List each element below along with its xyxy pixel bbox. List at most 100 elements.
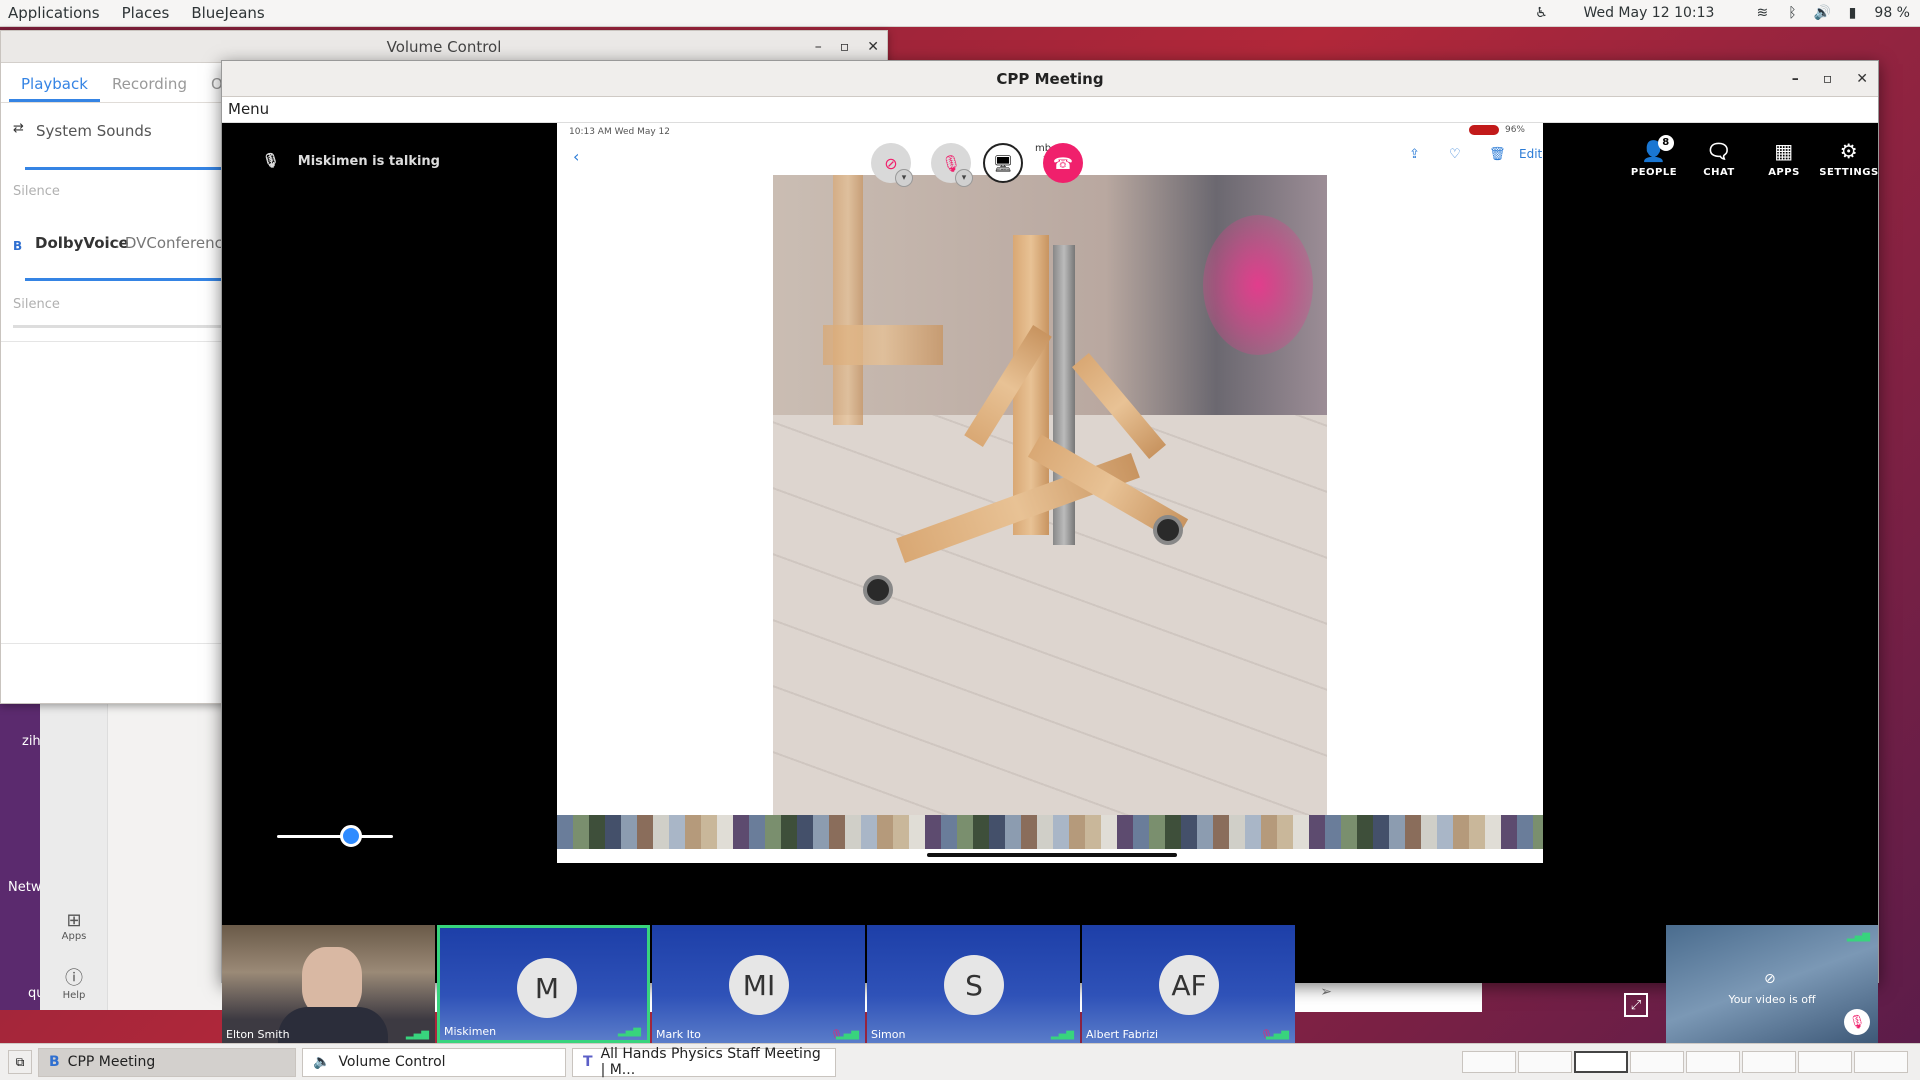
filmstrip-thumbnail[interactable] xyxy=(1293,815,1309,849)
close-icon[interactable]: ✕ xyxy=(1856,71,1868,87)
filmstrip-thumbnail[interactable] xyxy=(1485,815,1501,849)
heart-icon[interactable]: ♡ xyxy=(1449,147,1461,162)
clock[interactable]: Wed May 12 10:13 xyxy=(1583,5,1714,21)
filmstrip-thumbnail[interactable] xyxy=(1373,815,1389,849)
filmstrip-thumbnail[interactable] xyxy=(781,815,797,849)
volume-icon[interactable]: 🔊 xyxy=(1814,5,1831,21)
filmstrip-thumbnail[interactable] xyxy=(797,815,813,849)
filmstrip-thumbnail[interactable] xyxy=(1405,815,1421,849)
participant-tile-mark-ito[interactable]: MI Mark Ito 🎙 ▂▄▆ xyxy=(652,925,865,1043)
filmstrip-thumbnail[interactable] xyxy=(1229,815,1245,849)
ipad-edit[interactable]: Edit xyxy=(1519,147,1542,161)
filmstrip-thumbnail[interactable] xyxy=(669,815,685,849)
mic-muted-icon[interactable]: 🎙 xyxy=(1844,1009,1870,1035)
filmstrip-thumbnail[interactable] xyxy=(1453,815,1469,849)
photo-filmstrip[interactable] xyxy=(557,815,1543,849)
filmstrip-thumbnail[interactable] xyxy=(941,815,957,849)
filmstrip-thumbnail[interactable] xyxy=(653,815,669,849)
chat-item-1[interactable]: zih xyxy=(22,734,41,749)
settings-button[interactable]: ⚙ SETTINGS xyxy=(1819,139,1879,178)
filmstrip-thumbnail[interactable] xyxy=(893,815,909,849)
screen-share-button[interactable]: 🖥 xyxy=(983,143,1023,183)
bluejeans-menu[interactable]: BlueJeans xyxy=(183,4,278,22)
rail-apps[interactable]: ⊞ Apps xyxy=(40,910,108,942)
filmstrip-thumbnail[interactable] xyxy=(765,815,781,849)
tab-playback[interactable]: Playback xyxy=(9,63,100,102)
dolbyvoice-slider[interactable] xyxy=(25,278,223,281)
workspace-4[interactable] xyxy=(1630,1051,1684,1073)
volume-control-titlebar[interactable]: Volume Control – ▫ ✕ xyxy=(1,31,887,63)
menu-button[interactable]: Menu xyxy=(228,100,269,118)
filmstrip-thumbnail[interactable] xyxy=(1469,815,1485,849)
filmstrip-thumbnail[interactable] xyxy=(909,815,925,849)
filmstrip-thumbnail[interactable] xyxy=(1037,815,1053,849)
hang-up-button[interactable]: ☎ xyxy=(1043,143,1083,183)
maximize-icon[interactable]: ▫ xyxy=(1823,71,1833,87)
filmstrip-thumbnail[interactable] xyxy=(733,815,749,849)
filmstrip-thumbnail[interactable] xyxy=(813,815,829,849)
filmstrip-thumbnail[interactable] xyxy=(749,815,765,849)
filmstrip-thumbnail[interactable] xyxy=(1437,815,1453,849)
filmstrip-thumbnail[interactable] xyxy=(989,815,1005,849)
maximize-icon[interactable]: ▫ xyxy=(840,39,850,55)
filmstrip-thumbnail[interactable] xyxy=(829,815,845,849)
workspace-7[interactable] xyxy=(1798,1051,1852,1073)
back-chevron-icon[interactable]: ‹ xyxy=(573,147,579,166)
participant-tile-elton-smith[interactable]: Elton Smith ▂▄▆ xyxy=(222,925,435,1043)
filmstrip-thumbnail[interactable] xyxy=(1389,815,1405,849)
share-icon[interactable]: ⇪ xyxy=(1409,147,1420,162)
task-volume-control[interactable]: 🔈 Volume Control xyxy=(302,1047,566,1077)
volume-slider-track[interactable] xyxy=(277,835,393,838)
volume-slider-knob[interactable] xyxy=(340,825,362,847)
people-button[interactable]: 👤 8 PEOPLE xyxy=(1624,135,1684,178)
workspace-2[interactable] xyxy=(1518,1051,1572,1073)
filmstrip-thumbnail[interactable] xyxy=(701,815,717,849)
self-view[interactable]: ▂▄▆ ⊘ Your video is off 🎙 xyxy=(1666,925,1878,1043)
filmstrip-thumbnail[interactable] xyxy=(1309,815,1325,849)
filmstrip-thumbnail[interactable] xyxy=(1101,815,1117,849)
filmstrip-thumbnail[interactable] xyxy=(1197,815,1213,849)
filmstrip-thumbnail[interactable] xyxy=(1533,815,1543,849)
trash-icon[interactable]: 🗑 xyxy=(1489,147,1506,162)
filmstrip-thumbnail[interactable] xyxy=(717,815,733,849)
filmstrip-thumbnail[interactable] xyxy=(605,815,621,849)
workspace-1[interactable] xyxy=(1462,1051,1516,1073)
filmstrip-thumbnail[interactable] xyxy=(1325,815,1341,849)
minimize-icon[interactable]: – xyxy=(1792,71,1799,87)
wifi-icon[interactable]: ≋ xyxy=(1754,5,1770,21)
minimize-icon[interactable]: – xyxy=(815,39,822,55)
filmstrip-thumbnail[interactable] xyxy=(1053,815,1069,849)
filmstrip-thumbnail[interactable] xyxy=(637,815,653,849)
battery-icon[interactable]: ▮ xyxy=(1844,5,1860,21)
meeting-titlebar[interactable]: CPP Meeting – ▫ ✕ xyxy=(222,61,1878,97)
filmstrip-thumbnail[interactable] xyxy=(1005,815,1021,849)
applications-menu[interactable]: Applications xyxy=(0,4,114,22)
filmstrip-thumbnail[interactable] xyxy=(1245,815,1261,849)
apps-button[interactable]: ▦ APPS xyxy=(1754,139,1814,178)
bluetooth-icon[interactable]: ᛒ xyxy=(1784,5,1800,21)
filmstrip-thumbnail[interactable] xyxy=(1261,815,1277,849)
tab-recording[interactable]: Recording xyxy=(100,63,199,102)
filmstrip-thumbnail[interactable] xyxy=(1021,815,1037,849)
filmstrip-thumbnail[interactable] xyxy=(621,815,637,849)
filmstrip-thumbnail[interactable] xyxy=(1085,815,1101,849)
send-icon[interactable]: ➢ xyxy=(1320,984,1332,1000)
participant-tile-albert-fabrizi[interactable]: AF Albert Fabrizi 🎙 ▂▄▆ xyxy=(1082,925,1295,1043)
chat-button[interactable]: 🗨 CHAT xyxy=(1689,139,1749,178)
show-desktop-icon[interactable]: ⧉ xyxy=(8,1050,32,1074)
filmstrip-thumbnail[interactable] xyxy=(1357,815,1373,849)
filmstrip-thumbnail[interactable] xyxy=(1069,815,1085,849)
task-teams-meeting[interactable]: T All Hands Physics Staff Meeting | M... xyxy=(572,1046,836,1078)
filmstrip-thumbnail[interactable] xyxy=(685,815,701,849)
participant-tile-miskimen[interactable]: M Miskimen ▂▄▆ xyxy=(437,925,650,1043)
filmstrip-thumbnail[interactable] xyxy=(1277,815,1293,849)
expand-icon[interactable]: ⤢ xyxy=(1624,993,1648,1017)
filmstrip-thumbnail[interactable] xyxy=(1421,815,1437,849)
workspace-8[interactable] xyxy=(1854,1051,1908,1073)
task-cpp-meeting[interactable]: B CPP Meeting xyxy=(38,1047,296,1077)
chevron-down-icon[interactable]: ▾ xyxy=(955,169,973,187)
filmstrip-thumbnail[interactable] xyxy=(957,815,973,849)
filmstrip-thumbnail[interactable] xyxy=(845,815,861,849)
filmstrip-thumbnail[interactable] xyxy=(861,815,877,849)
filmstrip-thumbnail[interactable] xyxy=(589,815,605,849)
